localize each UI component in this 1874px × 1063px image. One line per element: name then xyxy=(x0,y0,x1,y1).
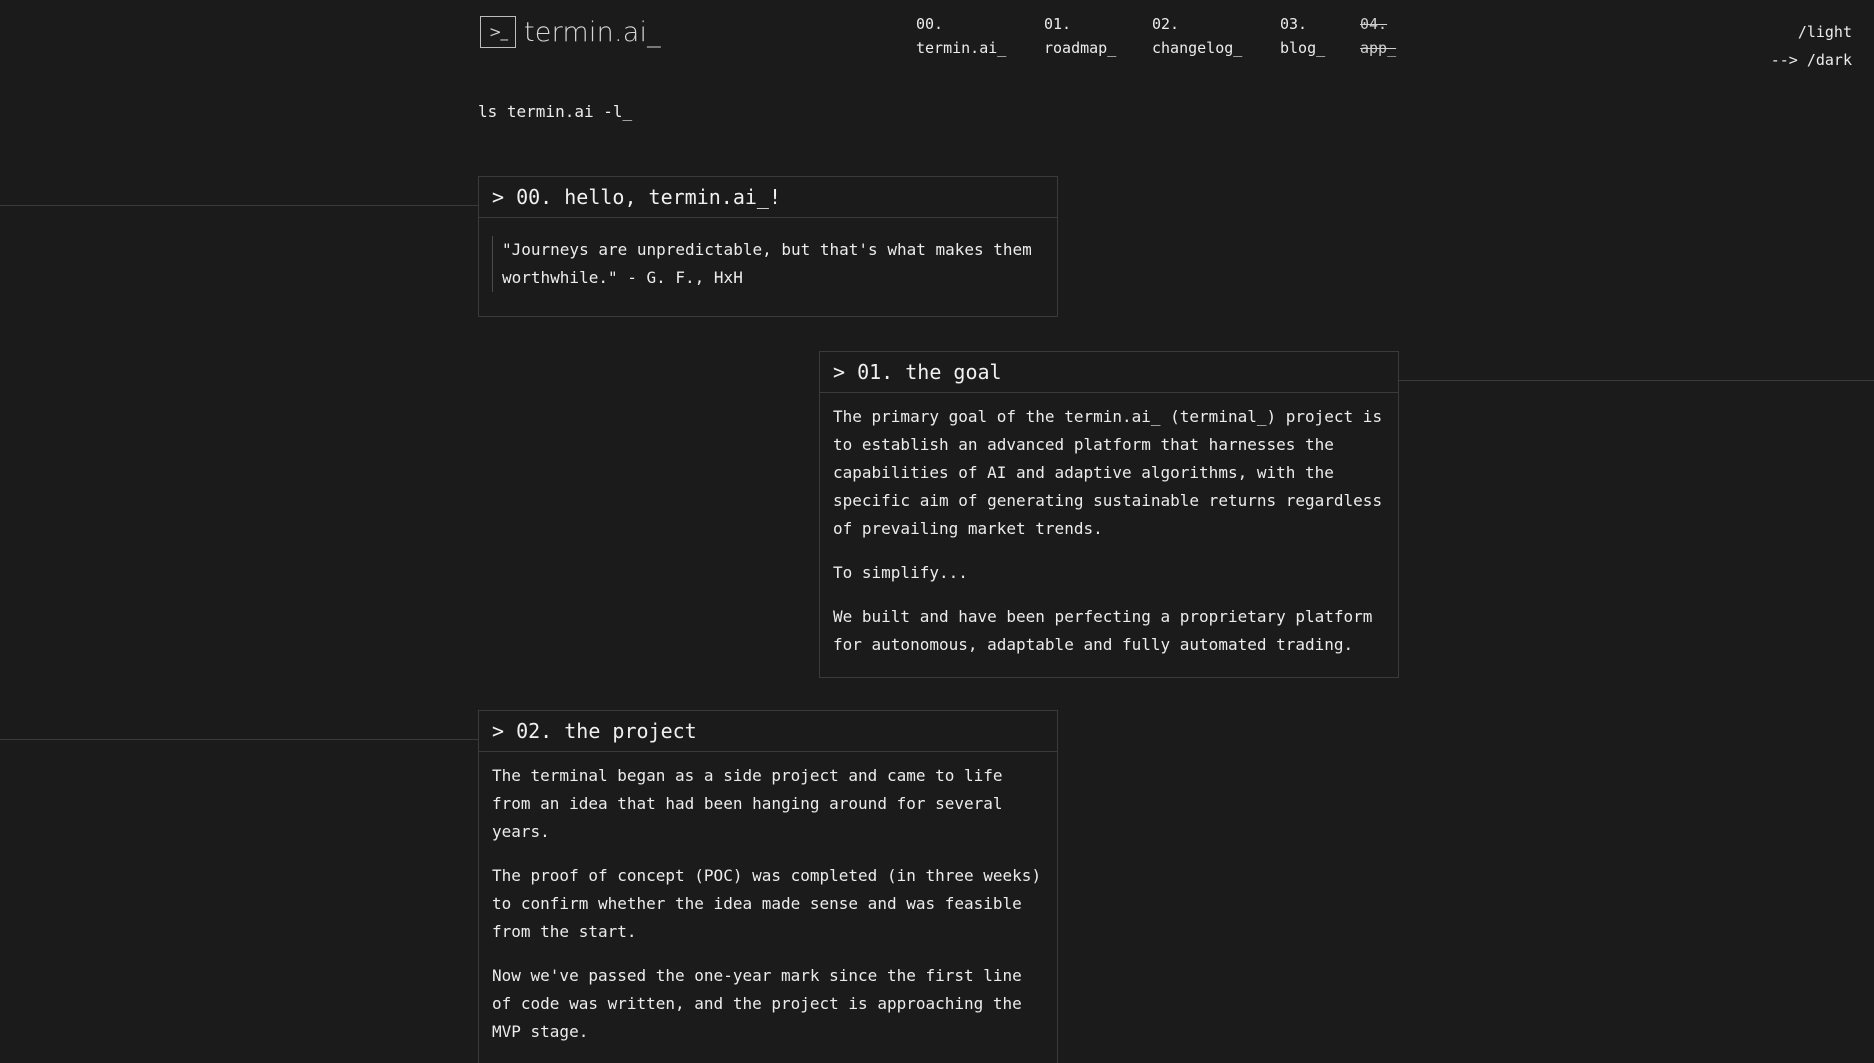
nav-item-number: 04. xyxy=(1360,15,1388,33)
theme-switcher: /light --> /dark xyxy=(1771,18,1852,74)
nav-item-number: 00. xyxy=(916,15,944,33)
section-hello: > 00. hello, termin.ai_! "Journeys are u… xyxy=(478,176,1058,317)
nav-item-label: termin.ai_ xyxy=(916,39,1007,57)
nav-item-blog[interactable]: 03. blog_ xyxy=(1280,12,1360,60)
section-title: > 01. the goal xyxy=(820,352,1398,393)
paragraph: To simplify... xyxy=(833,563,968,582)
paragraph: Now we've passed the one-year mark since… xyxy=(492,966,1022,1041)
section-project: > 02. the project The terminal began as … xyxy=(478,710,1058,1063)
nav-item-label: blog_ xyxy=(1280,39,1326,57)
nav-item-changelog[interactable]: 02. changelog_ xyxy=(1152,12,1280,60)
divider-line xyxy=(1398,380,1874,381)
nav-item-label: app_ xyxy=(1360,39,1397,57)
quote: "Journeys are unpredictable, but that's … xyxy=(492,236,1044,292)
section-title: > 02. the project xyxy=(479,711,1057,752)
logo-text: termin.ai_ xyxy=(524,16,661,48)
page: >_ termin.ai_ 00. termin.ai_ 01. roadmap… xyxy=(0,0,1874,1063)
paragraph: The primary goal of the termin.ai_ (term… xyxy=(833,407,1383,538)
main-nav: 00. termin.ai_ 01. roadmap_ 02. changelo… xyxy=(916,12,1420,60)
divider-line xyxy=(0,205,478,206)
nav-item-roadmap[interactable]: 01. roadmap_ xyxy=(1044,12,1152,60)
theme-light-option[interactable]: /light xyxy=(1771,18,1852,46)
section-goal: > 01. the goal The primary goal of the t… xyxy=(819,351,1399,678)
divider-line xyxy=(0,739,478,740)
nav-item-number: 02. xyxy=(1152,15,1180,33)
paragraph: The terminal began as a side project and… xyxy=(492,766,1003,841)
logo[interactable]: >_ termin.ai_ xyxy=(480,16,661,48)
nav-item-termin-ai[interactable]: 00. termin.ai_ xyxy=(916,12,1044,60)
paragraph: We built and have been perfecting a prop… xyxy=(833,607,1373,654)
terminal-prompt-icon: >_ xyxy=(480,16,516,48)
command-line: ls termin.ai -l_ xyxy=(478,102,633,121)
nav-item-number: 03. xyxy=(1280,15,1308,33)
nav-item-label: roadmap_ xyxy=(1044,39,1117,57)
section-title: > 00. hello, termin.ai_! xyxy=(479,177,1057,218)
nav-item-label: changelog_ xyxy=(1152,39,1243,57)
paragraph: The proof of concept (POC) was completed… xyxy=(492,866,1042,941)
theme-dark-option[interactable]: --> /dark xyxy=(1771,46,1852,74)
nav-item-number: 01. xyxy=(1044,15,1072,33)
nav-item-app-disabled: 04. app_ xyxy=(1360,12,1420,60)
